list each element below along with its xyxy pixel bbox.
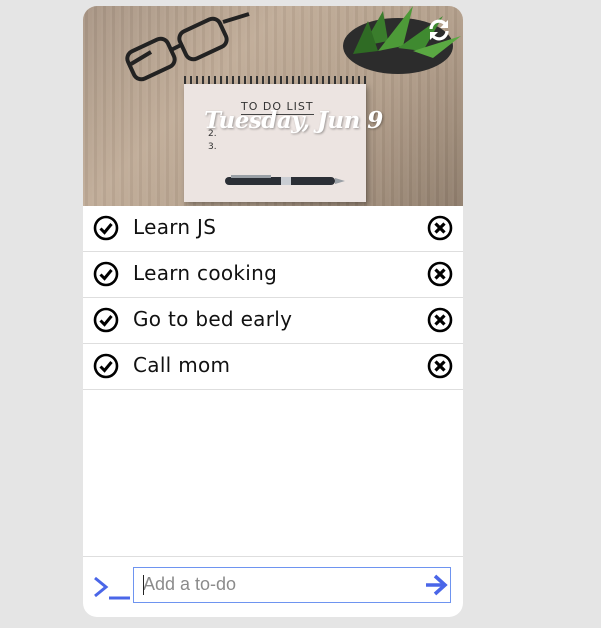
- close-circle-icon[interactable]: [427, 353, 453, 379]
- todo-text: Learn cooking: [133, 261, 278, 285]
- check-circle-icon[interactable]: [93, 353, 119, 379]
- close-circle-icon[interactable]: [427, 215, 453, 241]
- todo-list: Learn JS Learn cooking Go to bed early C…: [83, 206, 463, 390]
- add-todo-input[interactable]: [134, 568, 414, 601]
- refresh-icon: [429, 19, 449, 41]
- header-image: TO DO LIST 2. 3. Tuesday, Jun 9: [83, 6, 463, 206]
- check-circle-icon[interactable]: [93, 215, 119, 241]
- check-circle-icon[interactable]: [93, 261, 119, 287]
- todo-item: Call mom: [83, 344, 463, 390]
- add-todo-bar: [83, 556, 463, 617]
- todo-item: Learn cooking: [83, 252, 463, 298]
- text-caret: [143, 575, 144, 595]
- pen-decoration: [225, 175, 345, 185]
- terminal-prompt-icon: [94, 576, 130, 600]
- close-circle-icon[interactable]: [427, 261, 453, 287]
- add-todo-field: [133, 567, 451, 603]
- arrow-right-icon[interactable]: [424, 573, 448, 597]
- check-circle-icon[interactable]: [93, 307, 119, 333]
- notepad-number: 3.: [208, 142, 217, 152]
- todo-item: Go to bed early: [83, 298, 463, 344]
- todo-app-card: TO DO LIST 2. 3. Tuesday, Jun 9 Learn JS…: [83, 6, 463, 617]
- todo-text: Learn JS: [133, 215, 217, 239]
- refresh-button[interactable]: [425, 16, 453, 44]
- close-circle-icon[interactable]: [427, 307, 453, 333]
- todo-item: Learn JS: [83, 206, 463, 252]
- todo-text: Go to bed early: [133, 307, 293, 331]
- current-date: Tuesday, Jun 9: [204, 107, 383, 134]
- todo-text: Call mom: [133, 353, 231, 377]
